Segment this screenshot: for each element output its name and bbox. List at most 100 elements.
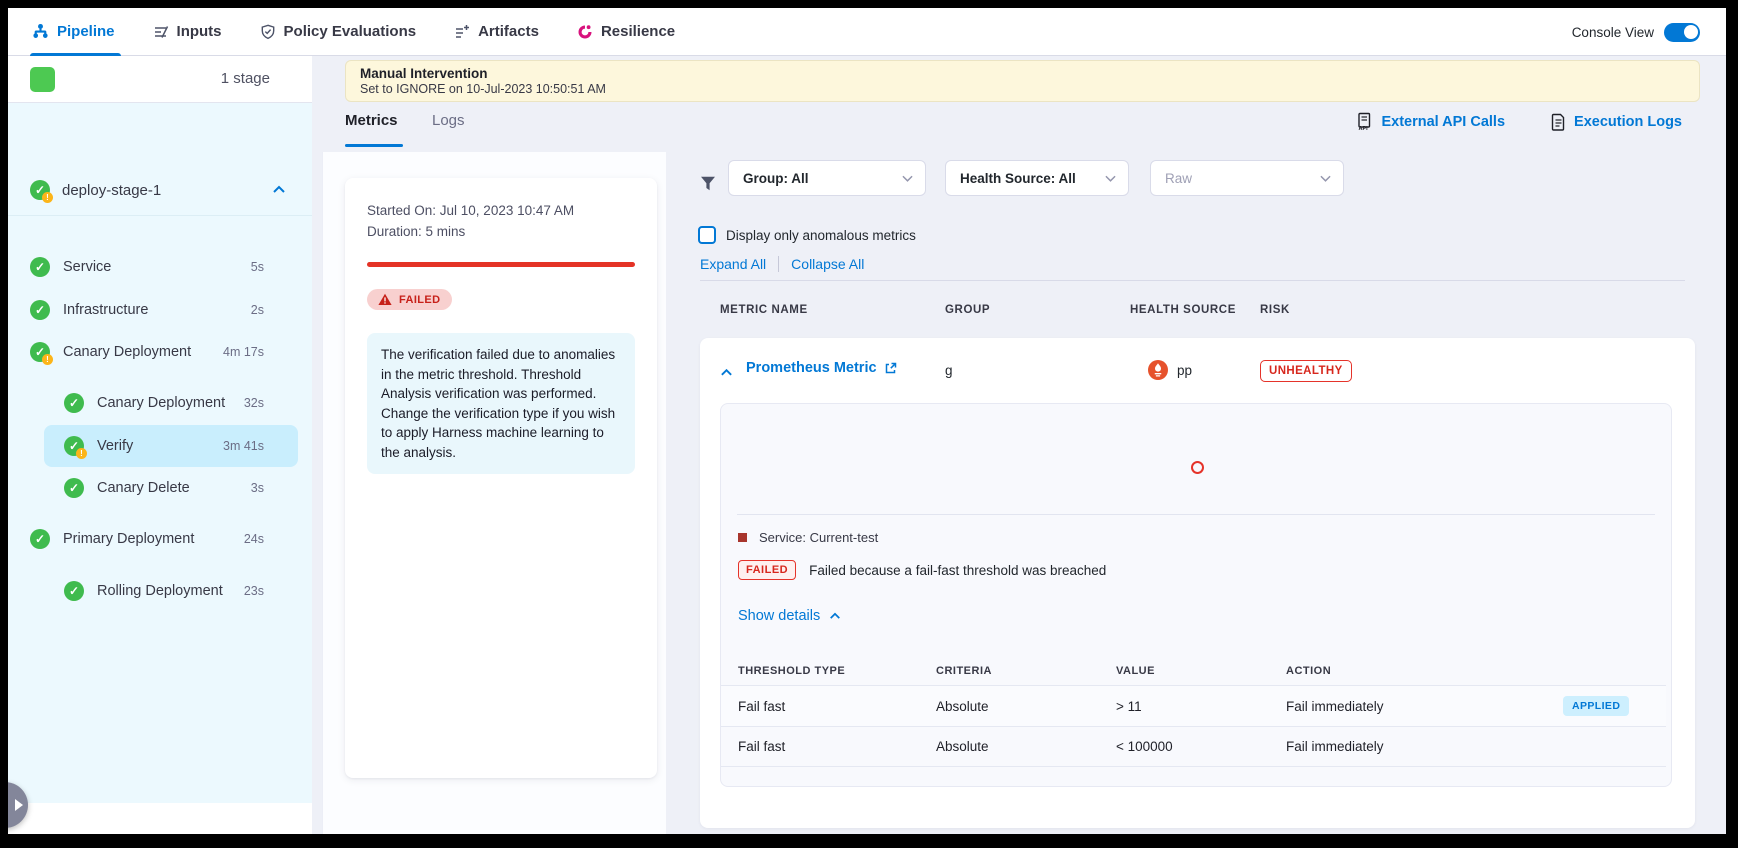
collapse-all-link[interactable]: Collapse All: [791, 256, 864, 272]
column-header-metric-name: METRIC NAME: [720, 304, 808, 316]
external-api-calls-label: External API Calls: [1381, 114, 1505, 130]
manual-intervention-banner: Manual Intervention Set to IGNORE on 10-…: [345, 60, 1700, 102]
sidebar-step-primary-deployment[interactable]: Primary Deployment 24s: [8, 518, 312, 560]
execution-logs-label: Execution Logs: [1574, 114, 1682, 130]
step-label: Infrastructure: [63, 302, 148, 318]
criteria-header: CRITERIA: [936, 665, 1116, 677]
console-view-control: Console View: [1572, 8, 1700, 56]
sidebar-step-rolling-deployment[interactable]: Rolling Deployment 23s: [8, 570, 312, 612]
status-success-icon: [30, 300, 50, 320]
tab-artifacts-label: Artifacts: [478, 23, 539, 40]
applied-badge: APPLIED: [1563, 696, 1629, 716]
step-duration: 3m 41s: [223, 439, 298, 453]
filter-funnel-icon[interactable]: [700, 176, 716, 191]
top-links: API External API Calls Execution Logs: [1356, 112, 1682, 131]
svg-text:API: API: [1359, 126, 1369, 131]
tab-resilience-label: Resilience: [601, 23, 675, 40]
started-on: Started On: Jul 10, 2023 10:47 AM: [367, 200, 635, 221]
anomalous-metrics-label: Display only anomalous metrics: [726, 228, 916, 243]
fail-reason-row: FAILED Failed because a fail-fast thresh…: [738, 560, 1106, 580]
value-value: < 100000: [1116, 739, 1286, 754]
execution-logs-link[interactable]: Execution Logs: [1551, 112, 1682, 131]
sidebar-header: 1 stage: [8, 56, 312, 103]
criteria-value: Absolute: [936, 699, 1116, 714]
status-warning-icon: [30, 180, 50, 200]
chevron-up-icon[interactable]: [272, 181, 286, 199]
failed-status-badge: FAILED: [367, 289, 452, 310]
sidebar-step-service[interactable]: Service 5s: [8, 246, 312, 288]
anomalous-metrics-filter: Display only anomalous metrics: [698, 226, 916, 244]
tab-policy-evaluations[interactable]: Policy Evaluations: [260, 8, 417, 56]
column-header-group: GROUP: [945, 304, 990, 316]
external-api-calls-link[interactable]: API External API Calls: [1356, 112, 1505, 131]
value-header: VALUE: [1116, 665, 1286, 677]
step-duration: 5s: [251, 260, 312, 274]
step-duration: 32s: [244, 396, 312, 410]
status-success-icon: [64, 478, 84, 498]
metrics-list-divider: [700, 280, 1685, 281]
step-label: Canary Delete: [97, 480, 190, 496]
tab-pipeline-label: Pipeline: [57, 23, 115, 40]
chevron-down-icon: [902, 175, 913, 182]
tab-artifacts[interactable]: Artifacts: [454, 8, 539, 56]
step-label: Verify: [97, 438, 133, 454]
status-success-icon: [30, 257, 50, 277]
inputs-icon: [153, 24, 169, 40]
stage-square-icon: [30, 67, 55, 92]
sidebar-step-canary-deployment-group[interactable]: Canary Deployment 4m 17s: [8, 331, 312, 373]
resilience-icon: [577, 24, 593, 40]
legend-swatch: [738, 533, 747, 542]
raw-filter-dropdown[interactable]: Raw: [1150, 160, 1344, 196]
chevron-down-icon: [1320, 175, 1331, 182]
step-label: Rolling Deployment: [97, 583, 223, 599]
threshold-type-value: Fail fast: [738, 699, 936, 714]
pipeline-icon: [32, 23, 49, 40]
execution-sidebar: 1 stage deploy-stage-1 Service 5s Infras…: [8, 56, 312, 834]
status-success-icon: [64, 581, 84, 601]
tab-inputs[interactable]: Inputs: [153, 8, 222, 56]
tab-policy-evaluations-label: Policy Evaluations: [284, 23, 417, 40]
artifacts-icon: [454, 24, 470, 40]
status-warning-icon: [30, 342, 50, 362]
health-source-value: pp: [1177, 363, 1192, 378]
collapse-row-chevron-icon[interactable]: [720, 364, 733, 382]
tab-pipeline[interactable]: Pipeline: [32, 8, 115, 56]
threshold-row: Fail fast Absolute > 11 Fail immediately…: [721, 685, 1666, 726]
metric-row: Prometheus Metric g pp UNHEALTHY: [700, 338, 1695, 402]
stage-group-deploy-stage-1[interactable]: deploy-stage-1: [8, 170, 312, 210]
tab-logs[interactable]: Logs: [432, 112, 465, 129]
metric-name-label: Prometheus Metric: [746, 360, 877, 376]
threshold-type-header: THRESHOLD TYPE: [738, 665, 936, 677]
health-source-filter-dropdown[interactable]: Health Source: All: [945, 160, 1129, 196]
raw-filter-placeholder: Raw: [1165, 171, 1320, 186]
expand-all-link[interactable]: Expand All: [700, 256, 766, 272]
tab-resilience[interactable]: Resilience: [577, 8, 675, 56]
stage-count: 1 stage: [221, 70, 270, 87]
sidebar-step-canary-delete[interactable]: Canary Delete 3s: [8, 467, 312, 509]
action-value: Fail immediately: [1286, 699, 1563, 714]
step-label: Service: [63, 259, 111, 275]
group-filter-value: Group: All: [743, 171, 902, 186]
anomalous-metrics-checkbox[interactable]: [698, 226, 716, 244]
thresholds-header-row: THRESHOLD TYPE CRITERIA VALUE ACTION: [721, 656, 1666, 685]
metric-row-card: Prometheus Metric g pp UNHEALTHY Service…: [700, 338, 1695, 828]
step-label: Canary Deployment: [63, 344, 191, 360]
threshold-type-value: Fail fast: [738, 739, 936, 754]
tab-metrics[interactable]: Metrics: [345, 112, 398, 129]
group-filter-dropdown[interactable]: Group: All: [728, 160, 926, 196]
show-details-link[interactable]: Show details: [738, 608, 841, 624]
chart-legend: Service: Current-test: [738, 530, 878, 545]
duration: Duration: 5 mins: [367, 221, 635, 242]
risk-badge: UNHEALTHY: [1260, 360, 1352, 382]
chevron-up-icon: [829, 612, 841, 620]
sidebar-stage-list: deploy-stage-1 Service 5s Infrastructure…: [8, 103, 312, 803]
failed-status-label: FAILED: [399, 294, 441, 306]
api-document-icon: API: [1356, 112, 1373, 131]
sidebar-step-canary-deployment[interactable]: Canary Deployment 32s: [8, 382, 312, 424]
document-icon: [1551, 113, 1566, 131]
metric-name-link[interactable]: Prometheus Metric: [746, 360, 897, 376]
console-view-toggle[interactable]: [1664, 23, 1700, 42]
health-source-filter-value: Health Source: All: [960, 171, 1105, 186]
sidebar-step-verify[interactable]: Verify 3m 41s: [44, 425, 298, 467]
sidebar-step-infrastructure[interactable]: Infrastructure 2s: [8, 289, 312, 331]
